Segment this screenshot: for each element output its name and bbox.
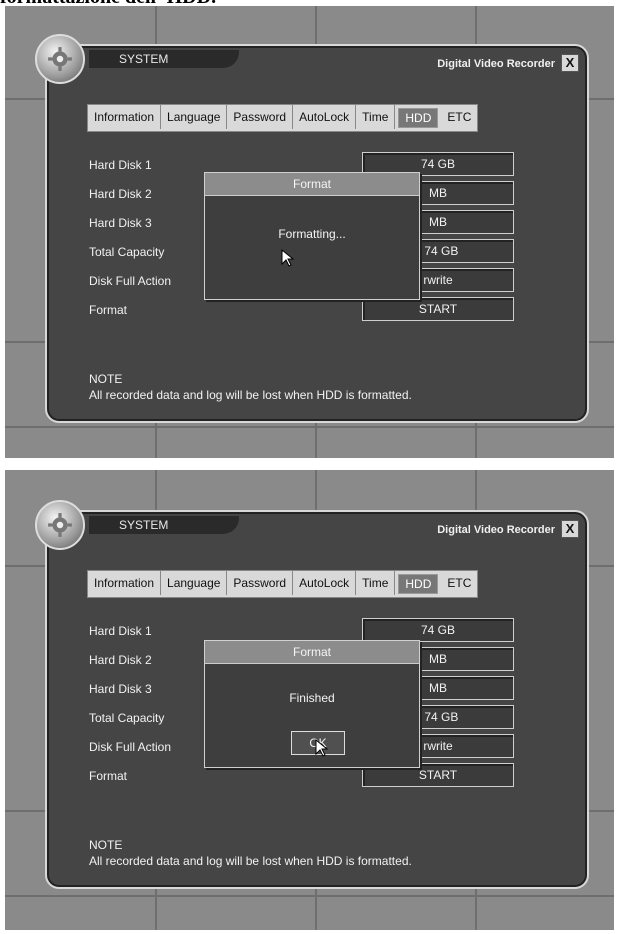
tab-hdd[interactable]: HDD bbox=[398, 108, 439, 128]
screenshot-formatting: SYSTEM Digital Video Recorder X Informat… bbox=[5, 6, 614, 458]
tab-etc[interactable]: ETC bbox=[441, 571, 477, 595]
tab-time[interactable]: Time bbox=[356, 105, 396, 129]
hard-disk-1-label: Hard Disk 1 bbox=[89, 624, 152, 638]
tab-language[interactable]: Language bbox=[161, 571, 228, 595]
tab-autolock[interactable]: AutoLock bbox=[293, 105, 357, 129]
hard-disk-1-label: Hard Disk 1 bbox=[89, 158, 152, 172]
close-button[interactable]: X bbox=[561, 54, 579, 72]
dialog-message: Formatting... bbox=[278, 227, 346, 241]
format-label: Format bbox=[89, 769, 128, 783]
tab-hdd[interactable]: HDD bbox=[398, 574, 439, 594]
mouse-pointer-icon bbox=[281, 249, 295, 267]
format-dialog: Format Finished OK bbox=[204, 640, 420, 768]
note-title: NOTE bbox=[89, 838, 123, 852]
disk-full-action-label: Disk Full Action bbox=[89, 740, 172, 754]
gear-icon bbox=[35, 34, 85, 84]
hard-disk-3-label: Hard Disk 3 bbox=[89, 682, 152, 696]
dialog-title: Format bbox=[205, 641, 419, 664]
dialog-title: Format bbox=[205, 173, 419, 196]
tab-information[interactable]: Information bbox=[88, 105, 162, 129]
system-tab: SYSTEM bbox=[89, 516, 239, 534]
gear-icon bbox=[35, 500, 85, 550]
hard-disk-2-label: Hard Disk 2 bbox=[89, 653, 152, 667]
mouse-pointer-icon bbox=[315, 739, 329, 757]
settings-tabs: Information Language Password AutoLock T… bbox=[87, 104, 479, 132]
window-title: Digital Video Recorder bbox=[437, 58, 555, 70]
hard-disk-1-value: 74 GB bbox=[362, 618, 514, 642]
format-start-button[interactable]: START bbox=[362, 297, 514, 321]
tab-autolock[interactable]: AutoLock bbox=[293, 571, 357, 595]
format-dialog: Format Formatting... bbox=[204, 172, 420, 300]
system-window: SYSTEM Digital Video Recorder X Informat… bbox=[35, 500, 589, 889]
system-window: SYSTEM Digital Video Recorder X Informat… bbox=[35, 34, 589, 423]
system-tab: SYSTEM bbox=[89, 50, 239, 68]
note-text: All recorded data and log will be lost w… bbox=[89, 854, 412, 868]
tab-password[interactable]: Password bbox=[227, 571, 294, 595]
format-label: Format bbox=[89, 303, 128, 317]
disk-full-action-label: Disk Full Action bbox=[89, 274, 172, 288]
close-button[interactable]: X bbox=[561, 520, 579, 538]
tab-password[interactable]: Password bbox=[227, 105, 294, 129]
tab-time[interactable]: Time bbox=[356, 571, 396, 595]
tab-language[interactable]: Language bbox=[161, 105, 228, 129]
tab-etc[interactable]: ETC bbox=[441, 105, 477, 129]
hard-disk-2-label: Hard Disk 2 bbox=[89, 187, 152, 201]
total-capacity-label: Total Capacity bbox=[89, 711, 165, 725]
dialog-message: Finished bbox=[289, 691, 335, 705]
window-title: Digital Video Recorder bbox=[437, 524, 555, 536]
screenshot-finished: SYSTEM Digital Video Recorder X Informat… bbox=[5, 470, 614, 930]
tab-information[interactable]: Information bbox=[88, 571, 162, 595]
settings-tabs: Information Language Password AutoLock T… bbox=[87, 570, 479, 598]
hard-disk-3-label: Hard Disk 3 bbox=[89, 216, 152, 230]
note-title: NOTE bbox=[89, 372, 123, 386]
note-text: All recorded data and log will be lost w… bbox=[89, 388, 412, 402]
total-capacity-label: Total Capacity bbox=[89, 245, 165, 259]
